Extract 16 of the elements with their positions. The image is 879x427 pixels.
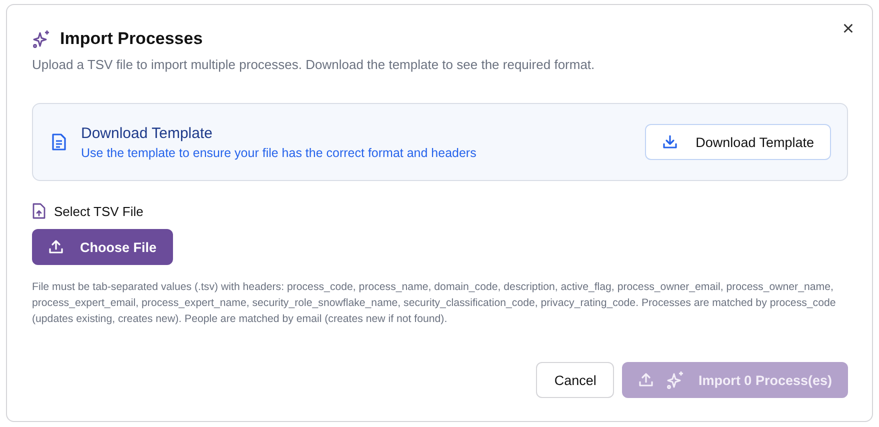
upload-icon [48, 239, 64, 255]
dialog-description: Upload a TSV file to import multiple processes. Download the template to see the required format. [32, 57, 596, 72]
file-upload-icon [32, 203, 46, 219]
cancel-button[interactable]: Cancel [536, 362, 614, 398]
dialog-title: Import Processes [60, 29, 203, 49]
upload-icon [638, 372, 654, 388]
help-text: File must be tab-separated values (.tsv) with headers: process_code, process_name, domain_code, description, active_flag, process_owner_email, process_owner_name, process_expert_email, process_expert_name, security_role_snowflake_name, security_classification_code, privacy_rating_code. Processes are matched by process_code (updates existing, creates new). People are matched by email (creates new if not found). [32, 280, 837, 327]
template-description: Use the template to ensure your file has the correct format and headers [81, 146, 478, 160]
sparkle-icon [32, 29, 52, 49]
document-icon [51, 133, 67, 151]
file-label: Select TSV File [54, 204, 144, 218]
download-template-button[interactable]: Download Template [644, 124, 831, 160]
choose-file-button[interactable]: Choose File [32, 229, 173, 265]
close-button[interactable]: × [838, 19, 858, 39]
download-icon [662, 134, 678, 150]
template-title: Download Template [81, 124, 214, 142]
